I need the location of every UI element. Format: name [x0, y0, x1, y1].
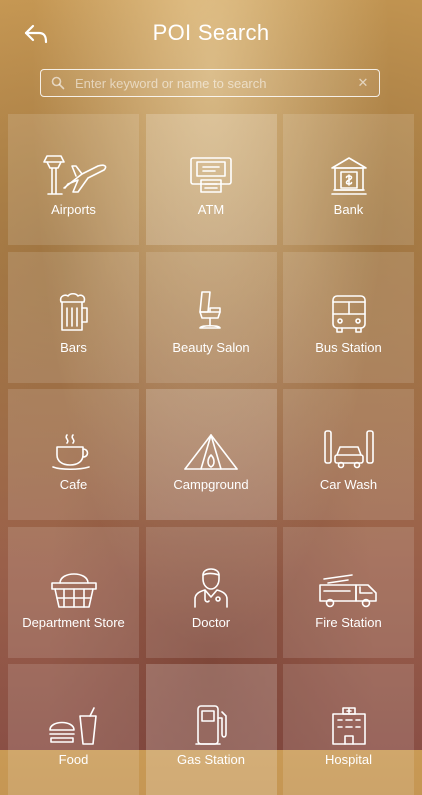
- atm-icon: [189, 148, 233, 196]
- page-title: POI Search: [152, 20, 270, 45]
- category-tile-bank[interactable]: Bank: [283, 114, 414, 245]
- car-wash-icon: [323, 423, 375, 471]
- beer-mug-icon: [56, 286, 92, 334]
- tent-icon: [183, 423, 239, 471]
- shopping-basket-icon: [50, 561, 98, 609]
- fast-food-icon: [48, 698, 100, 746]
- airport-icon: [38, 148, 110, 196]
- category-label: Car Wash: [319, 477, 378, 492]
- category-tile-atm[interactable]: ATM: [145, 114, 277, 245]
- category-label: Airports: [51, 202, 96, 217]
- hospital-icon: [329, 698, 369, 746]
- salon-chair-icon: [194, 286, 228, 334]
- bank-icon: [330, 148, 368, 196]
- doctor-icon: [191, 561, 231, 609]
- search-icon: [45, 76, 71, 90]
- category-tile-doctor[interactable]: Doctor: [145, 526, 277, 658]
- search-input[interactable]: [71, 75, 351, 91]
- search-bar: ✕: [40, 69, 380, 97]
- category-tile-car-wash[interactable]: Car Wash: [283, 389, 414, 520]
- category-label: Bank: [333, 202, 364, 217]
- clear-search-button[interactable]: ✕: [351, 75, 375, 91]
- category-tile-fire-station[interactable]: Fire Station: [283, 526, 414, 658]
- header-bar: POI Search: [0, 0, 422, 66]
- category-label: Hospital: [325, 752, 372, 767]
- category-label: Department Store: [22, 614, 125, 630]
- category-label: Bars: [60, 339, 87, 355]
- category-label: Campground: [173, 477, 249, 492]
- category-label: Cafe: [59, 477, 88, 492]
- poi-category-grid: Airports ATM Bank Bars Beauty Salon Bus …: [8, 114, 414, 795]
- category-label: ATM: [197, 202, 225, 217]
- category-label: Doctor: [191, 614, 231, 630]
- category-tile-cafe[interactable]: Cafe: [8, 389, 139, 520]
- category-label: Gas Station: [177, 752, 245, 767]
- category-tile-beauty-salon[interactable]: Beauty Salon: [145, 251, 277, 383]
- gas-pump-icon: [194, 698, 228, 746]
- category-tile-gas-station[interactable]: Gas Station: [145, 664, 277, 795]
- category-tile-campground[interactable]: Campground: [145, 389, 277, 520]
- category-tile-bars[interactable]: Bars: [8, 251, 139, 383]
- category-label: Beauty Salon: [172, 339, 250, 355]
- category-tile-department-store[interactable]: Department Store: [8, 526, 139, 658]
- bus-icon: [330, 286, 368, 334]
- category-label: Food: [58, 752, 89, 767]
- category-tile-food[interactable]: Food: [8, 664, 139, 795]
- category-tile-hospital[interactable]: Hospital: [283, 664, 414, 795]
- category-tile-airports[interactable]: Airports: [8, 114, 139, 245]
- fire-truck-icon: [318, 561, 380, 609]
- category-label: Bus Station: [315, 339, 382, 355]
- coffee-cup-icon: [51, 423, 97, 471]
- category-tile-bus-station[interactable]: Bus Station: [283, 251, 414, 383]
- category-label: Fire Station: [315, 614, 382, 630]
